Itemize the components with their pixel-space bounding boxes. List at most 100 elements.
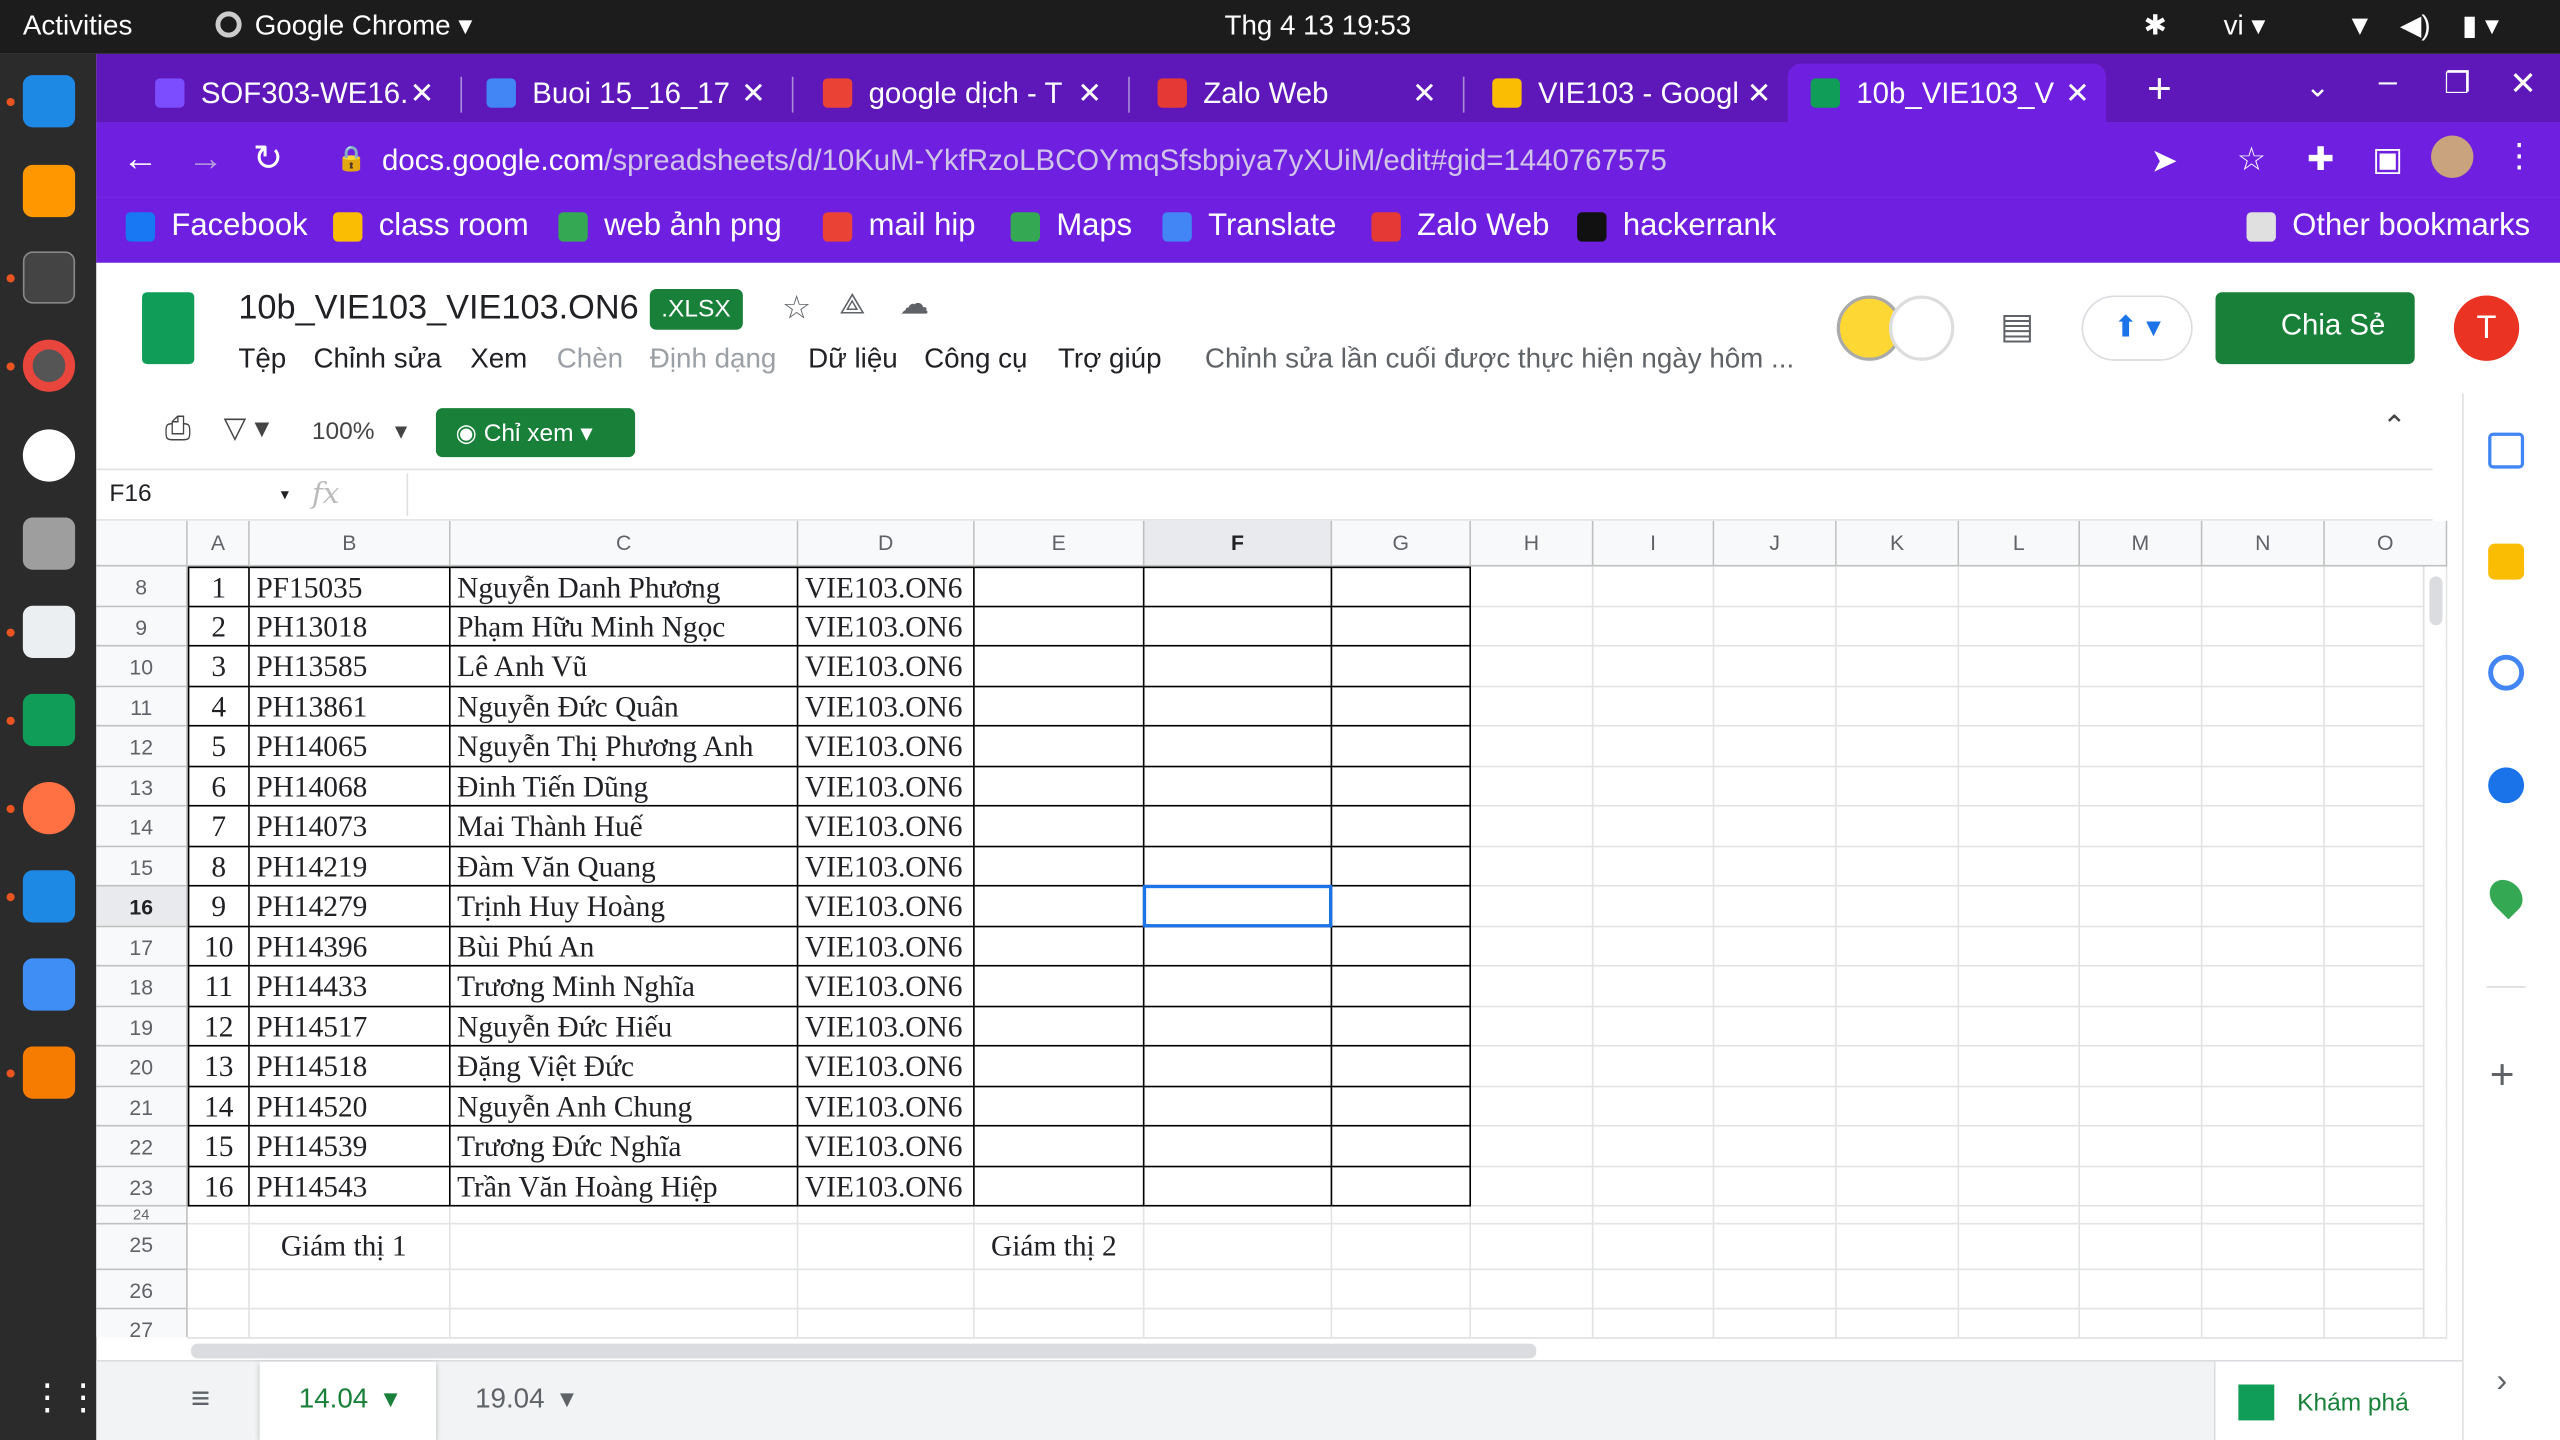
- cell[interactable]: PH14065: [249, 726, 451, 767]
- column-header[interactable]: D: [798, 520, 975, 567]
- cell[interactable]: [187, 1206, 250, 1225]
- vscode-icon[interactable]: [22, 75, 76, 128]
- tab-active[interactable]: 10b_VIE103_V ✕: [1787, 63, 2107, 123]
- cell[interactable]: [1836, 1046, 1960, 1087]
- cell[interactable]: [1471, 1046, 1594, 1087]
- row-header[interactable]: 16: [96, 886, 188, 927]
- cell[interactable]: PH14518: [249, 1046, 451, 1087]
- sheet-tab[interactable]: 19.04 ▾: [439, 1362, 602, 1440]
- cell[interactable]: [1332, 606, 1472, 647]
- cell[interactable]: [1836, 1206, 1960, 1225]
- cell[interactable]: [974, 766, 1145, 807]
- cell[interactable]: VIE103.ON6: [798, 806, 975, 847]
- column-header[interactable]: E: [974, 520, 1145, 567]
- url-bar[interactable]: 🔒 docs.google.com/spreadsheets/d/10KuM-Y…: [316, 130, 2309, 190]
- cell[interactable]: [1959, 646, 2080, 687]
- row-header[interactable]: 24: [96, 1206, 188, 1225]
- cell[interactable]: [974, 1206, 1145, 1225]
- cell[interactable]: [1959, 726, 2080, 767]
- column-header[interactable]: M: [2080, 520, 2203, 567]
- cell[interactable]: [1836, 686, 1960, 727]
- chrome-dock-icon[interactable]: [22, 339, 76, 392]
- cell[interactable]: [2202, 646, 2325, 687]
- cell[interactable]: 15: [187, 1126, 250, 1167]
- cell[interactable]: 4: [187, 686, 250, 727]
- formula-input[interactable]: [406, 473, 2415, 516]
- input-language[interactable]: vi ▾: [2224, 10, 2266, 43]
- cell[interactable]: [1836, 1006, 1960, 1047]
- row-header[interactable]: 10: [96, 646, 188, 687]
- cell[interactable]: VIE103.ON6: [798, 766, 975, 807]
- cell[interactable]: [1332, 1206, 1472, 1225]
- contacts-icon[interactable]: [2488, 767, 2525, 804]
- cell[interactable]: [2080, 1224, 2203, 1271]
- cell[interactable]: [1332, 926, 1472, 967]
- cell[interactable]: [974, 1046, 1145, 1087]
- forward-icon[interactable]: →: [188, 137, 224, 179]
- cell[interactable]: [1144, 726, 1333, 767]
- cell[interactable]: [2202, 886, 2325, 927]
- cell[interactable]: [1471, 646, 1594, 687]
- cell[interactable]: [2080, 966, 2203, 1007]
- row-header[interactable]: 22: [96, 1126, 188, 1167]
- cell[interactable]: [1144, 1086, 1333, 1127]
- other-bookmarks[interactable]: Other bookmarks: [2246, 209, 2530, 245]
- cell[interactable]: Nguyễn Đức Quân: [450, 686, 799, 727]
- cell[interactable]: [2080, 926, 2203, 967]
- cell[interactable]: [2202, 846, 2325, 887]
- horizontal-scroll-thumb[interactable]: [191, 1343, 1537, 1359]
- activities-button[interactable]: Activities: [23, 10, 133, 43]
- cell[interactable]: [1471, 1006, 1594, 1047]
- cell[interactable]: [1959, 766, 2080, 807]
- column-header[interactable]: B: [249, 520, 451, 567]
- cell[interactable]: [1332, 1046, 1472, 1087]
- cell[interactable]: [2202, 966, 2325, 1007]
- column-header[interactable]: C: [450, 520, 799, 567]
- cell[interactable]: [1836, 566, 1960, 607]
- cell[interactable]: PH14068: [249, 766, 451, 807]
- cell[interactable]: VIE103.ON6: [798, 886, 975, 927]
- cell[interactable]: [974, 1270, 1145, 1310]
- send-icon[interactable]: ➤: [2151, 140, 2178, 181]
- cell[interactable]: [1593, 566, 1715, 607]
- cell[interactable]: Nguyễn Đức Hiếu: [450, 1006, 799, 1047]
- cell[interactable]: [1144, 766, 1333, 807]
- minimize-icon[interactable]: –: [2379, 64, 2397, 102]
- cell[interactable]: [1714, 846, 1837, 887]
- cell[interactable]: 5: [187, 726, 250, 767]
- cell[interactable]: [1836, 1270, 1960, 1310]
- cell[interactable]: PH14433: [249, 966, 451, 1007]
- column-header[interactable]: L: [1959, 520, 2080, 567]
- cell[interactable]: VIE103.ON6: [798, 966, 975, 1007]
- close-window-icon[interactable]: ✕: [2509, 64, 2536, 105]
- cell[interactable]: [1471, 606, 1594, 647]
- cell[interactable]: [1714, 726, 1837, 767]
- cell[interactable]: [1471, 886, 1594, 927]
- menu-item[interactable]: Dữ liệu: [808, 343, 898, 376]
- row-header[interactable]: 18: [96, 966, 188, 1007]
- share-button[interactable]: Chia Sẻ: [2215, 292, 2415, 365]
- cell[interactable]: [1836, 1126, 1960, 1167]
- cell[interactable]: [1332, 1086, 1472, 1127]
- bookmark-item[interactable]: Zalo Web: [1371, 209, 1549, 245]
- column-header[interactable]: F: [1144, 520, 1333, 567]
- row-header[interactable]: 15: [96, 846, 188, 887]
- cell[interactable]: Trương Đức Nghĩa: [450, 1126, 799, 1167]
- cell[interactable]: [1959, 926, 2080, 967]
- cell[interactable]: Nguyễn Thị Phương Anh: [450, 726, 799, 767]
- sheets-dock-icon[interactable]: [22, 693, 76, 747]
- cell[interactable]: PH14539: [249, 1126, 451, 1167]
- tasks-icon[interactable]: [2488, 654, 2525, 691]
- cell[interactable]: [1332, 726, 1472, 767]
- cell[interactable]: [1144, 1309, 1333, 1338]
- cell[interactable]: 10: [187, 926, 250, 967]
- cell[interactable]: Bùi Phú An: [450, 926, 799, 967]
- cell[interactable]: [2080, 606, 2203, 647]
- all-sheets-icon[interactable]: ≡: [191, 1381, 210, 1419]
- cell[interactable]: [1714, 646, 1837, 687]
- menu-item[interactable]: Xem: [470, 343, 527, 376]
- cell[interactable]: PH14279: [249, 886, 451, 927]
- calendar-icon[interactable]: [2488, 432, 2525, 469]
- cell[interactable]: [1144, 926, 1333, 967]
- cell[interactable]: [1471, 1086, 1594, 1127]
